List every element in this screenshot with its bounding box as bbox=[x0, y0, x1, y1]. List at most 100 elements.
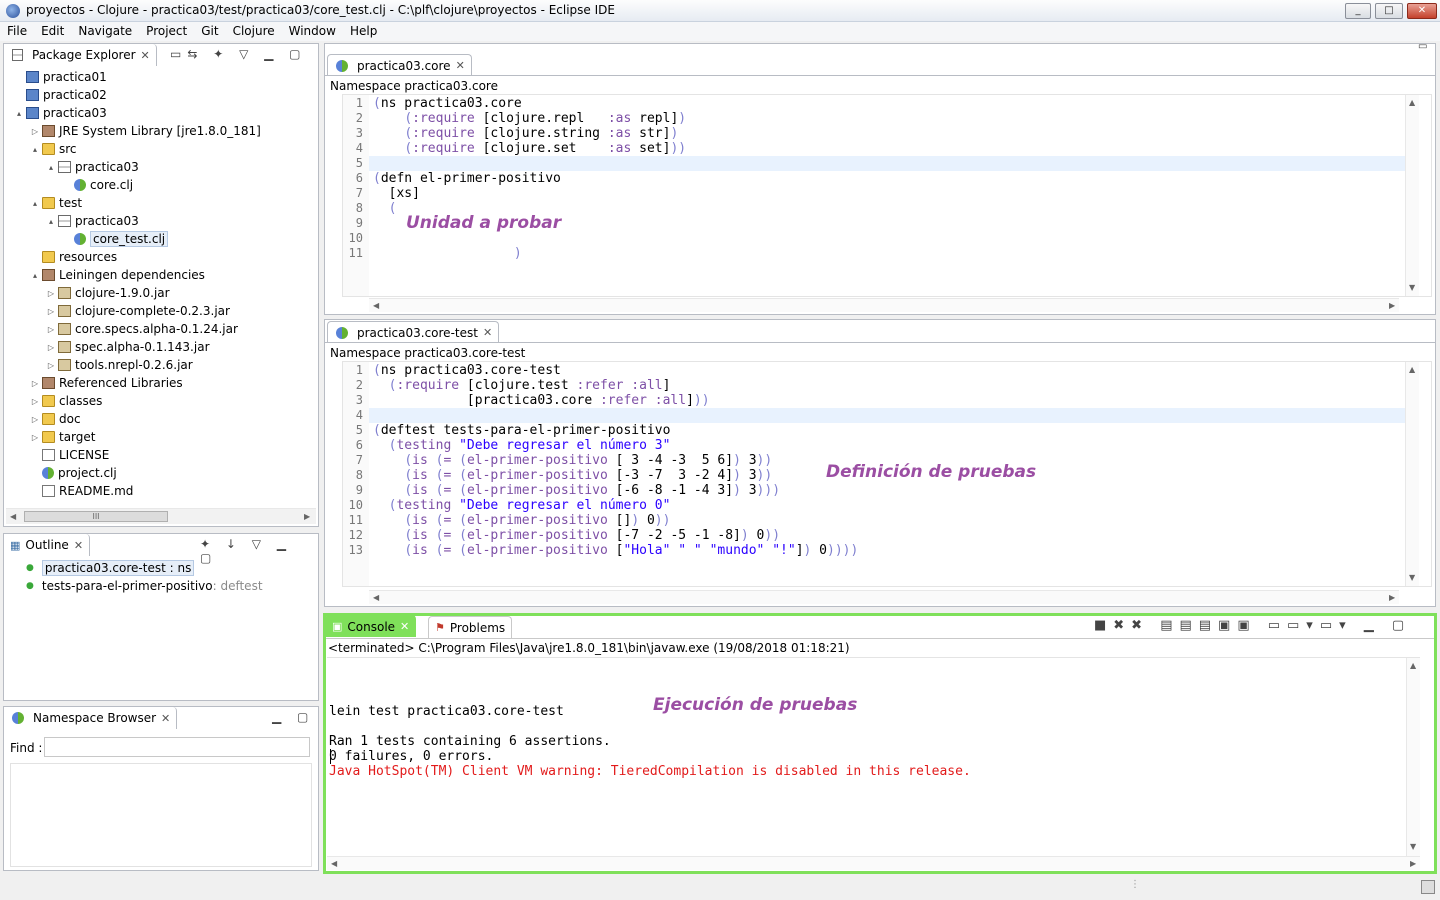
horizontal-scrollbar[interactable]: ◀ III ▶ bbox=[6, 508, 316, 524]
console-line: lein test practica03.core-test bbox=[329, 704, 564, 719]
close-icon[interactable]: ✕ bbox=[483, 326, 492, 339]
tree-item[interactable]: ▷ clojure-1.9.0.jar bbox=[46, 284, 170, 302]
expand-toggle-icon[interactable]: ▴ bbox=[30, 199, 40, 208]
menu-file[interactable]: File bbox=[0, 22, 34, 38]
close-icon[interactable]: ✕ bbox=[74, 539, 83, 552]
tab-practica03-core[interactable]: practica03.core ✕ bbox=[327, 54, 472, 76]
pkg-icon bbox=[58, 215, 71, 227]
tree-item[interactable]: ▷ spec.alpha-0.1.143.jar bbox=[46, 338, 210, 356]
vertical-scrollbar[interactable]: ▲ ▼ bbox=[1405, 95, 1419, 296]
expand-toggle-icon[interactable]: ▷ bbox=[30, 433, 40, 442]
outline-icon: ▦ bbox=[10, 538, 21, 552]
view-toolbar[interactable]: ▁ ▢ bbox=[272, 710, 314, 724]
horizontal-scrollbar[interactable]: ◀ ▶ bbox=[327, 856, 1420, 870]
tree-item[interactable]: ▷ JRE System Library [jre1.8.0_181] bbox=[30, 122, 261, 140]
expand-toggle-icon[interactable]: ▷ bbox=[46, 307, 56, 316]
file-icon bbox=[42, 485, 55, 497]
tree-item[interactable]: core_test.clj bbox=[62, 230, 169, 248]
tree-item[interactable]: ▷ classes bbox=[30, 392, 103, 410]
tree-item-label: core_test.clj bbox=[90, 231, 169, 247]
tree-item-label: Referenced Libraries bbox=[59, 376, 183, 390]
tree-item[interactable]: ▷ core.specs.alpha-0.1.24.jar bbox=[46, 320, 238, 338]
expand-toggle-icon[interactable]: ▴ bbox=[30, 145, 40, 154]
expand-toggle-icon[interactable]: ▷ bbox=[30, 127, 40, 136]
tree-item[interactable]: README.md bbox=[30, 482, 133, 500]
menu-help[interactable]: Help bbox=[343, 22, 384, 38]
expand-toggle-icon[interactable]: ▷ bbox=[30, 415, 40, 424]
menu-window[interactable]: Window bbox=[282, 22, 343, 38]
tree-item[interactable]: core.clj bbox=[62, 176, 133, 194]
tree-item[interactable]: ▴ test bbox=[30, 194, 82, 212]
namespace-header: Namespace practica03.core-test bbox=[330, 346, 526, 360]
tab-practica03-core-test[interactable]: practica03.core-test ✕ bbox=[327, 321, 500, 343]
line-number: 1 bbox=[355, 363, 363, 377]
expand-toggle-icon[interactable]: ▴ bbox=[30, 271, 40, 280]
expand-toggle-icon[interactable]: ▷ bbox=[30, 379, 40, 388]
outline-tab[interactable]: ▦ Outline ✕ bbox=[4, 534, 91, 556]
console-output[interactable]: lein test practica03.core-test Ran 1 tes… bbox=[327, 657, 1420, 862]
expand-toggle-icon[interactable]: ▷ bbox=[46, 361, 56, 370]
tree-item[interactable]: practica02 bbox=[14, 86, 107, 104]
close-icon[interactable]: ✕ bbox=[456, 59, 465, 72]
tree-item-label: practica03 bbox=[75, 214, 139, 228]
tree-item[interactable]: resources bbox=[30, 248, 117, 266]
tree-item[interactable]: ▴ Leiningen dependencies bbox=[30, 266, 205, 284]
expand-toggle-icon[interactable]: ▷ bbox=[30, 397, 40, 406]
tree-item[interactable]: ▴ src bbox=[30, 140, 77, 158]
tree-item[interactable]: ▴ practica03 bbox=[14, 104, 107, 122]
notification-icon[interactable] bbox=[1421, 880, 1435, 894]
tree-item[interactable]: ▷ Referenced Libraries bbox=[30, 374, 183, 392]
view-toolbar[interactable]: ✦ ↓ ▽ ▁ ▢ bbox=[200, 537, 318, 565]
tree-item[interactable]: ▷ target bbox=[30, 428, 96, 446]
minimize-button[interactable]: _ bbox=[1345, 3, 1371, 19]
tree-item[interactable]: ▷ doc bbox=[30, 410, 81, 428]
namespace-list[interactable] bbox=[10, 763, 312, 867]
menu-edit[interactable]: Edit bbox=[34, 22, 71, 38]
menu-project[interactable]: Project bbox=[139, 22, 194, 38]
console-toolbar[interactable]: ■✖✖ ▤▤▤▣▣ ▭▭▾▭▾ ▁ ▢ bbox=[1094, 618, 1411, 633]
tab-problems[interactable]: ⚑ Problems bbox=[428, 616, 513, 638]
line-number: 4 bbox=[355, 408, 363, 422]
expand-toggle-icon[interactable]: ▴ bbox=[46, 163, 56, 172]
outline-item[interactable]: ● tests-para-el-primer-positivo : deftes… bbox=[26, 577, 263, 595]
expand-toggle-icon[interactable]: ▴ bbox=[46, 217, 56, 226]
expand-toggle-icon[interactable]: ▴ bbox=[14, 109, 24, 118]
tree-item[interactable]: ▴ practica03 bbox=[46, 212, 139, 230]
status-bar: ⋮ bbox=[0, 877, 1440, 900]
menu-bar: File Edit Navigate Project Git Clojure Window H… bbox=[0, 22, 1440, 41]
close-button[interactable]: ✕ bbox=[1407, 3, 1437, 19]
jar-icon bbox=[58, 359, 71, 371]
tree-item[interactable]: ▴ practica03 bbox=[46, 158, 139, 176]
line-number: 1 bbox=[355, 96, 363, 110]
maximize-button[interactable]: □ bbox=[1375, 3, 1403, 19]
horizontal-scrollbar[interactable]: ◀ ▶ bbox=[369, 590, 1399, 604]
menu-clojure[interactable]: Clojure bbox=[226, 22, 282, 38]
tab-console[interactable]: ▣ Console ✕ bbox=[325, 615, 417, 637]
horizontal-scrollbar[interactable]: ◀ ▶ bbox=[369, 298, 1399, 312]
expand-toggle-icon[interactable]: ▷ bbox=[46, 325, 56, 334]
tree-item[interactable]: LICENSE bbox=[30, 446, 109, 464]
scroll-thumb[interactable]: III bbox=[24, 511, 168, 522]
menu-git[interactable]: Git bbox=[194, 22, 225, 38]
vertical-scrollbar[interactable]: ▲ ▼ bbox=[1405, 362, 1419, 586]
expand-toggle-icon[interactable]: ▷ bbox=[46, 289, 56, 298]
code-area[interactable]: 1 2 3 4 5 6 7 8 9 10 11 12 13 (ns practica03.core-te… bbox=[342, 361, 1432, 587]
vertical-scrollbar[interactable]: ▲ ▼ bbox=[1406, 658, 1420, 862]
tree-item[interactable]: ▷ clojure-complete-0.2.3.jar bbox=[46, 302, 230, 320]
menu-navigate[interactable]: Navigate bbox=[71, 22, 139, 38]
package-explorer-tab[interactable]: Package Explorer ✕ bbox=[4, 44, 157, 66]
expand-toggle-icon[interactable]: ▷ bbox=[46, 343, 56, 352]
close-icon[interactable]: ✕ bbox=[161, 712, 170, 725]
view-toolbar[interactable]: ▭⇆ ✦ ▽ ▁ ▢ bbox=[170, 47, 307, 61]
tree-item[interactable]: ▷ tools.nrepl-0.2.6.jar bbox=[46, 356, 193, 374]
close-icon[interactable]: ✕ bbox=[141, 49, 150, 62]
tree-item[interactable]: practica01 bbox=[14, 68, 107, 86]
outline-item[interactable]: ● practica03.core-test : ns bbox=[26, 559, 195, 577]
line-number: 9 bbox=[355, 483, 363, 497]
find-input[interactable] bbox=[44, 737, 310, 757]
close-icon[interactable]: ✕ bbox=[400, 620, 409, 633]
namespace-browser-tab[interactable]: Namespace Browser ✕ bbox=[4, 707, 178, 729]
tree-item[interactable]: project.clj bbox=[30, 464, 117, 482]
editor-toolbar[interactable]: ▭ bbox=[1418, 41, 1433, 52]
code-area[interactable]: 1 2 3 4 5 6 7 8 9 10 11 (ns practica03.core (:requ… bbox=[342, 94, 1432, 297]
